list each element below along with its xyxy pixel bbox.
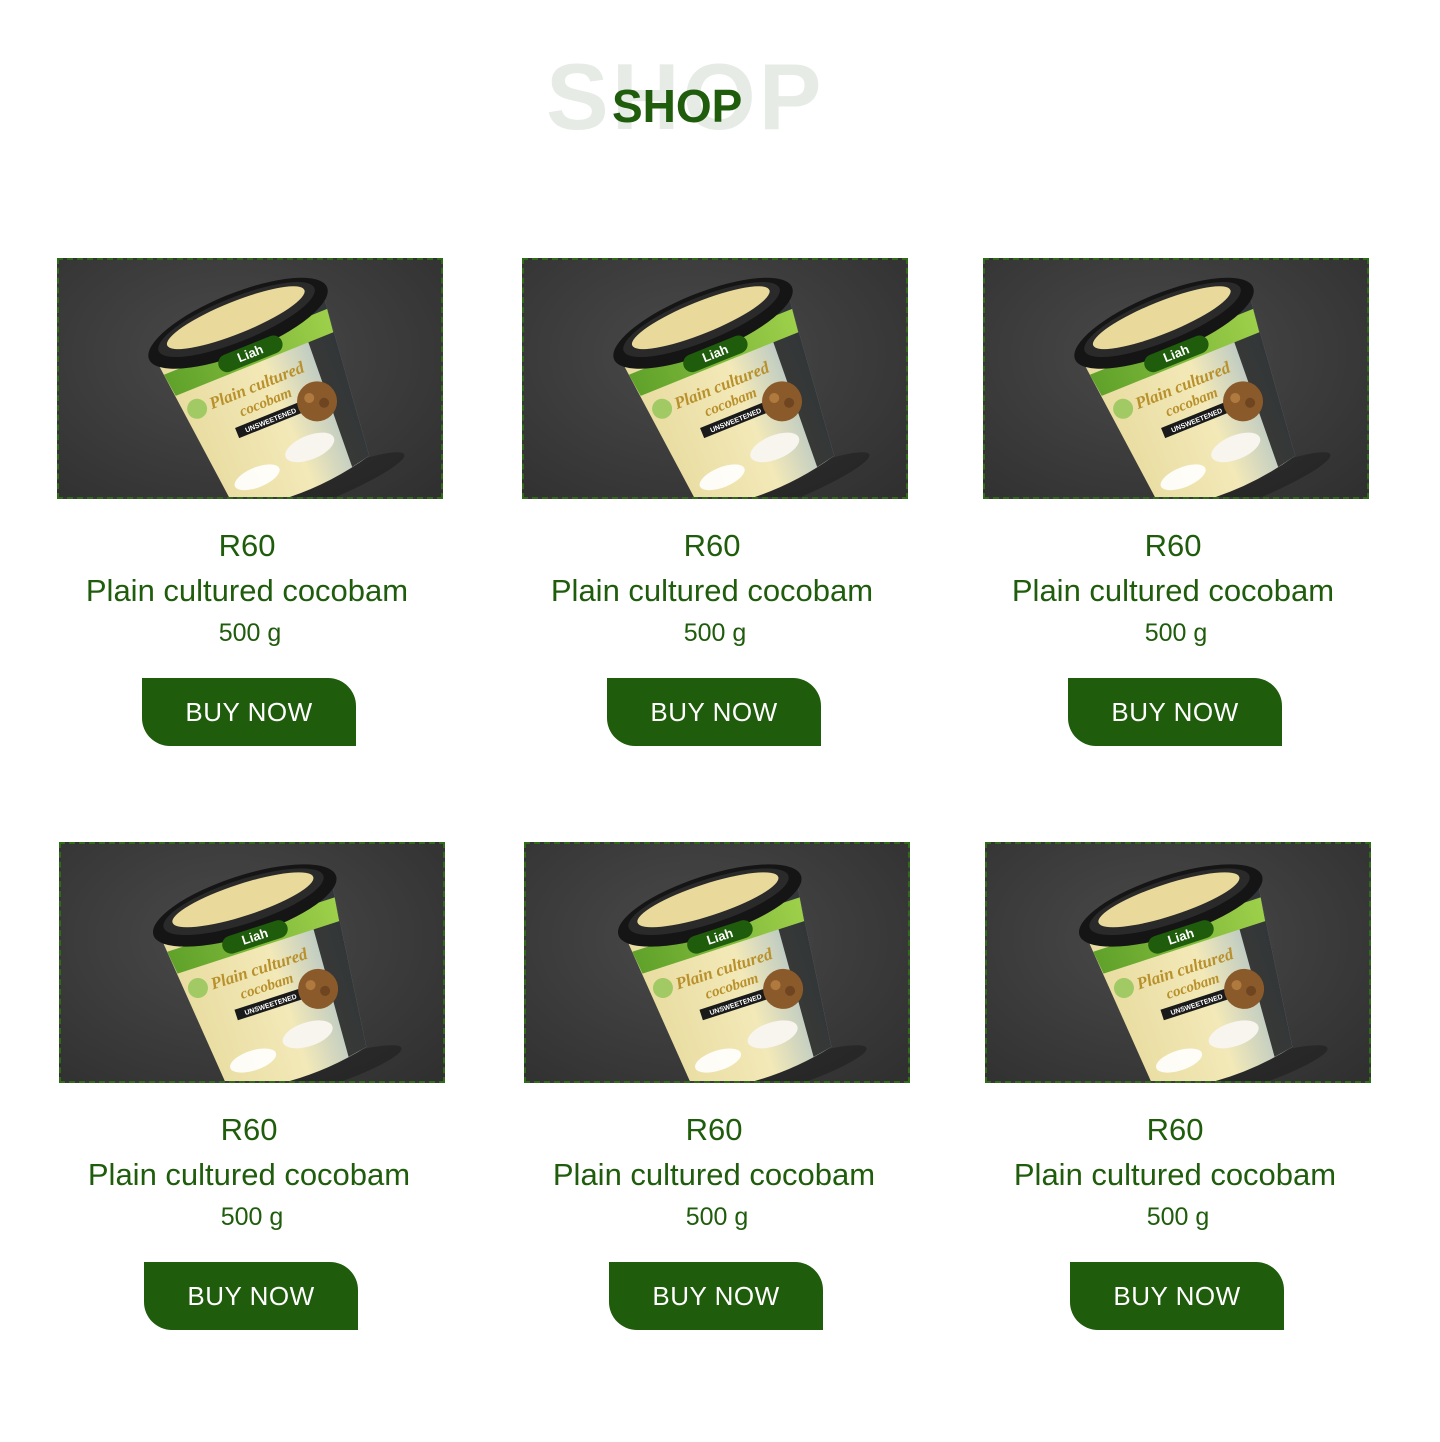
product-name: Plain cultured cocobam [1011,573,1335,608]
buy-now-button[interactable]: BUY NOW [142,678,356,746]
product-price: R60 [685,1112,743,1147]
product-card: Liah Plain cultured cocobam UNSWEETENED R60… [985,842,1373,1332]
product-image[interactable]: Liah Plain cultured cocobam UNSWEETENED [522,258,908,499]
buy-now-button[interactable]: BUY NOW [607,678,821,746]
buy-now-button[interactable]: BUY NOW [144,1262,358,1330]
product-image[interactable]: Liah Plain cultured cocobam UNSWEETENED [524,842,910,1083]
product-name: Plain cultured cocobam [85,573,409,608]
buy-now-button[interactable]: BUY NOW [1070,1262,1284,1330]
product-weight: 500 g [1146,1203,1210,1231]
product-image[interactable]: Liah Plain cultured cocobam UNSWEETENED [983,258,1369,499]
product-card: Liah Plain cultured cocobam UNSWEETENED R60… [522,258,910,748]
product-tub-illustration: LiahPlain culturedcocobamUNSWEETENED [148,277,405,497]
product-image[interactable]: Liah Plain cultured cocobam UNSWEETENED [59,842,445,1083]
product-name: Plain cultured cocobam [1013,1157,1337,1192]
product-price: R60 [1146,1112,1204,1147]
product-image[interactable]: Liah Plain cultured cocobam UNSWEETENED [985,842,1371,1083]
product-price: R60 [218,528,276,563]
buy-now-button[interactable]: BUY NOW [609,1262,823,1330]
product-price: R60 [220,1112,278,1147]
product-card: Liah Plain cultured cocobam UNSWEETENED R60… [59,842,447,1332]
product-weight: 500 g [220,1203,284,1231]
product-name: Plain cultured cocobam [552,1157,876,1192]
product-image[interactable]: Liah Plain cultured cocobam UNSWEETENED [57,258,443,499]
product-tub-illustration: LiahPlain culturedcocobamUNSWEETENED [1074,277,1331,497]
section-title: SHOP [612,80,743,132]
product-price: R60 [683,528,741,563]
product-name: Plain cultured cocobam [550,573,874,608]
product-card: Liah Plain cultured cocobam UNSWEETENED R60… [57,258,445,748]
product-tub-illustration: LiahPlain culturedcocobamUNSWEETENED [613,277,870,497]
buy-now-button[interactable]: BUY NOW [1068,678,1282,746]
page-header: SHOP SHOP [0,0,1440,180]
product-weight: 500 g [683,619,747,647]
product-card: Liah Plain cultured cocobam UNSWEETENED R60… [524,842,912,1332]
product-price: R60 [1144,528,1202,563]
product-name: Plain cultured cocobam [87,1157,411,1192]
product-card: Liah Plain cultured cocobam UNSWEETENED R60… [983,258,1371,748]
product-tub-illustration: LiahPlain culturedcocobamUNSWEETENED [617,864,867,1081]
product-tub-illustration: LiahPlain culturedcocobamUNSWEETENED [1078,864,1328,1081]
product-tub-illustration: LiahPlain culturedcocobamUNSWEETENED [152,864,402,1081]
product-weight: 500 g [685,1203,749,1231]
product-weight: 500 g [218,619,282,647]
product-weight: 500 g [1144,619,1208,647]
